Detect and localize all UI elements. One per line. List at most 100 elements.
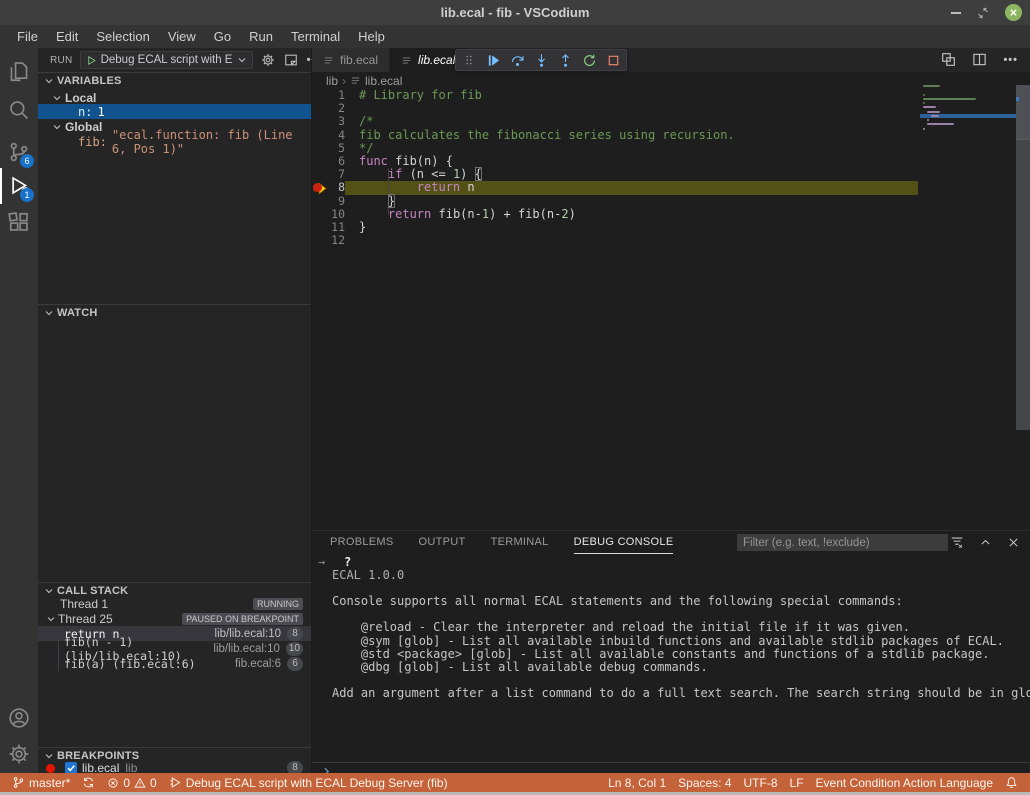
launch-config-dropdown[interactable]: Debug ECAL script with ECAL D	[80, 51, 253, 69]
close-panel-icon[interactable]	[1007, 536, 1020, 549]
gutter-breakpoint-zone[interactable]	[312, 181, 329, 194]
gutter-breakpoint-zone[interactable]	[312, 155, 329, 168]
gutter-breakpoint-zone[interactable]	[312, 195, 329, 208]
menu-item-terminal[interactable]: Terminal	[282, 25, 349, 48]
panel-tab-debug-console[interactable]: DEBUG CONSOLE	[574, 531, 674, 554]
code-line[interactable]: 10 return fib(n-1) + fib(n-2)	[312, 208, 1030, 221]
panel-tab-output[interactable]: OUTPUT	[419, 531, 466, 554]
breadcrumb-folder[interactable]: lib	[326, 74, 338, 88]
callstack-frame-row[interactable]: fib(n - 1) (lib/lib.ecal:10)lib/lib.ecal…	[38, 641, 311, 656]
callstack-frame-row[interactable]: fib(a) (fib.ecal:6)fib.ecal:66	[38, 656, 311, 671]
continue-button[interactable]	[483, 50, 503, 70]
menu-item-edit[interactable]: Edit	[47, 25, 87, 48]
gutter-breakpoint-zone[interactable]	[312, 102, 329, 115]
menu-item-run[interactable]: Run	[240, 25, 282, 48]
debug-session-indicator[interactable]: Debug ECAL script with ECAL Debug Server…	[163, 773, 454, 792]
editor-more-actions-icon[interactable]: •••	[1003, 54, 1018, 66]
step-into-button[interactable]	[531, 50, 551, 70]
frame-location: fib.ecal:6	[235, 658, 281, 670]
breadcrumb-file[interactable]: lib.ecal	[365, 74, 402, 88]
restart-button[interactable]	[579, 50, 599, 70]
watch-section-header[interactable]: WATCH	[38, 304, 311, 320]
activitybar-explorer[interactable]	[0, 54, 38, 90]
minimap-line	[923, 98, 976, 100]
status-indentation[interactable]: Spaces: 4	[672, 773, 737, 792]
account-button[interactable]	[0, 700, 38, 736]
panel-tab-problems[interactable]: PROBLEMS	[330, 531, 394, 554]
variable-row[interactable]: n:1	[38, 104, 311, 119]
configure-gear-icon[interactable]	[261, 53, 275, 67]
line-number: 8	[329, 181, 345, 194]
status-eol[interactable]: LF	[784, 773, 810, 792]
menu-item-selection[interactable]: Selection	[87, 25, 158, 48]
problems-indicator[interactable]: 0 0	[101, 773, 162, 792]
token-numlit: 2	[561, 207, 568, 221]
branch-indicator[interactable]: master*	[6, 773, 76, 792]
restore-button[interactable]	[977, 7, 989, 19]
stop-button[interactable]	[603, 50, 623, 70]
gutter-breakpoint-zone[interactable]	[312, 115, 329, 128]
step-over-button[interactable]	[507, 50, 527, 70]
open-changes-icon[interactable]	[941, 52, 956, 67]
scrollbar-thumb[interactable]	[1016, 85, 1030, 140]
activitybar-extensions[interactable]	[0, 204, 38, 240]
gutter-breakpoint-zone[interactable]	[312, 208, 329, 221]
callstack-thread-row[interactable]: Thread 25PAUSED ON BREAKPOINT	[38, 611, 311, 626]
code-line[interactable]: 8 return n	[312, 181, 1030, 194]
callstack-thread-row[interactable]: Thread 1RUNNING	[38, 596, 311, 611]
frame-location: lib/lib.ecal:10	[213, 643, 279, 655]
menu-item-help[interactable]: Help	[349, 25, 394, 48]
open-debug-console-icon[interactable]	[284, 53, 298, 67]
sync-button[interactable]	[76, 773, 101, 792]
activitybar-source-control[interactable]: 6	[0, 134, 38, 170]
code-line[interactable]: 12	[312, 234, 1030, 247]
variables-section-header[interactable]: VARIABLES	[38, 72, 311, 88]
manage-gear-button[interactable]	[0, 736, 38, 772]
gutter-breakpoint-zone[interactable]	[312, 89, 329, 102]
step-out-button[interactable]	[555, 50, 575, 70]
title-bar: lib.ecal - fib - VSCodium	[0, 0, 1030, 25]
overview-current-line-marker	[1016, 97, 1019, 101]
status-cursor-position[interactable]: Ln 8, Col 1	[602, 773, 672, 792]
menu-item-file[interactable]: File	[8, 25, 47, 48]
gutter-breakpoint-zone[interactable]	[312, 234, 329, 247]
console-output-line: Add an argument after a list command to …	[312, 687, 1026, 700]
gutter-breakpoint-zone[interactable]	[312, 142, 329, 155]
code-line[interactable]: 11}	[312, 221, 1030, 234]
minimize-icon	[951, 12, 961, 14]
launch-config-label: Debug ECAL script with ECAL D	[101, 54, 233, 66]
console-output-line: Console supports all normal ECAL stateme…	[312, 595, 1026, 608]
minimap-line	[927, 119, 929, 121]
console-filter-input[interactable]	[737, 534, 948, 551]
status-language-mode[interactable]: Event Condition Action Language	[810, 773, 999, 792]
activitybar-search[interactable]	[0, 92, 38, 128]
filter-icon[interactable]	[950, 535, 964, 549]
debug-session-label: Debug ECAL script with ECAL Debug Server…	[186, 776, 448, 790]
gutter-breakpoint-zone[interactable]	[312, 221, 329, 234]
gutter-breakpoint-zone[interactable]	[312, 129, 329, 142]
start-debug-icon[interactable]	[86, 55, 97, 66]
maximize-panel-icon[interactable]	[979, 536, 992, 549]
minimap[interactable]	[920, 85, 1016, 143]
tab-fib.ecal[interactable]: fib.ecal	[312, 48, 390, 72]
variables-scope-row[interactable]: Local	[38, 90, 311, 105]
minimize-button[interactable]	[951, 12, 961, 14]
panel-tab-terminal[interactable]: TERMINAL	[491, 531, 549, 554]
menu-item-go[interactable]: Go	[205, 25, 240, 48]
activitybar-run-debug[interactable]: 1	[0, 168, 38, 204]
status-encoding[interactable]: UTF-8	[738, 773, 784, 792]
call-stack-title: CALL STACK	[57, 585, 128, 597]
variable-row[interactable]: fib:"ecal.function: fib (Line 6, Pos 1)"	[38, 134, 311, 149]
code-text: fib calculates the fibonacci series usin…	[359, 129, 735, 142]
close-button[interactable]	[1005, 4, 1022, 21]
notifications-bell-icon[interactable]	[999, 773, 1024, 792]
gutter-breakpoint-zone[interactable]	[312, 168, 329, 181]
token-pl: )	[460, 167, 474, 181]
menu-item-view[interactable]: View	[159, 25, 205, 48]
thread-name: Thread 25	[58, 612, 113, 626]
debug-console-output[interactable]: →?ECAL 1.0.0 Console supports all normal…	[312, 556, 1026, 700]
toolbar-drag-handle[interactable]	[459, 50, 479, 70]
split-editor-icon[interactable]	[972, 52, 987, 67]
overview-ruler-scrollbar[interactable]	[1016, 85, 1030, 430]
code-editor[interactable]: 1# Library for fib23/*4fib calculates th…	[312, 89, 1030, 530]
